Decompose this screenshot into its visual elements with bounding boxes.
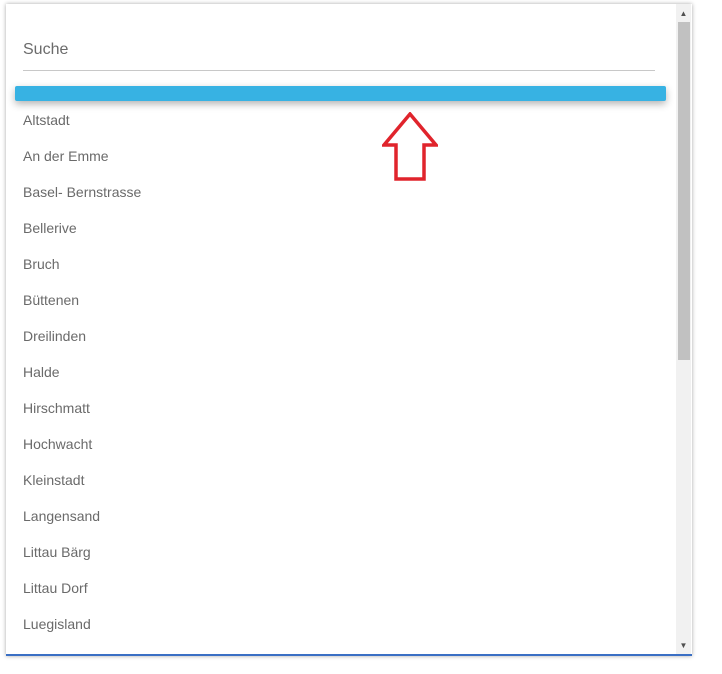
list-item[interactable]: Hochwacht: [23, 426, 141, 462]
location-dropdown: Altstadt An der Emme Basel- Bernstrasse …: [6, 4, 692, 656]
list-item[interactable]: Altstadt: [23, 102, 141, 138]
list-item[interactable]: Bellerive: [23, 210, 141, 246]
focus-underline: [6, 654, 692, 656]
list-item[interactable]: Halde: [23, 354, 141, 390]
list-item[interactable]: Büttenen: [23, 282, 141, 318]
list-item[interactable]: Dreilinden: [23, 318, 141, 354]
up-arrow-icon: [382, 112, 438, 181]
list-item[interactable]: Littau Bärg: [23, 534, 141, 570]
scrollbar[interactable]: ▲ ▼: [676, 4, 691, 654]
list-item[interactable]: Luegisland: [23, 606, 141, 642]
option-list: Altstadt An der Emme Basel- Bernstrasse …: [23, 102, 141, 642]
search-field[interactable]: [23, 32, 655, 71]
highlighted-empty-option[interactable]: [15, 86, 666, 101]
list-item[interactable]: Kleinstadt: [23, 462, 141, 498]
triangle-up-icon[interactable]: ▲: [676, 6, 691, 22]
scrollbar-thumb[interactable]: [678, 22, 690, 360]
list-item[interactable]: An der Emme: [23, 138, 141, 174]
list-item[interactable]: Littau Dorf: [23, 570, 141, 606]
list-item[interactable]: Hirschmatt: [23, 390, 141, 426]
search-input[interactable]: [23, 32, 655, 68]
list-item[interactable]: Basel- Bernstrasse: [23, 174, 141, 210]
list-item[interactable]: Langensand: [23, 498, 141, 534]
list-item[interactable]: Bruch: [23, 246, 141, 282]
triangle-down-icon[interactable]: ▼: [676, 638, 691, 654]
